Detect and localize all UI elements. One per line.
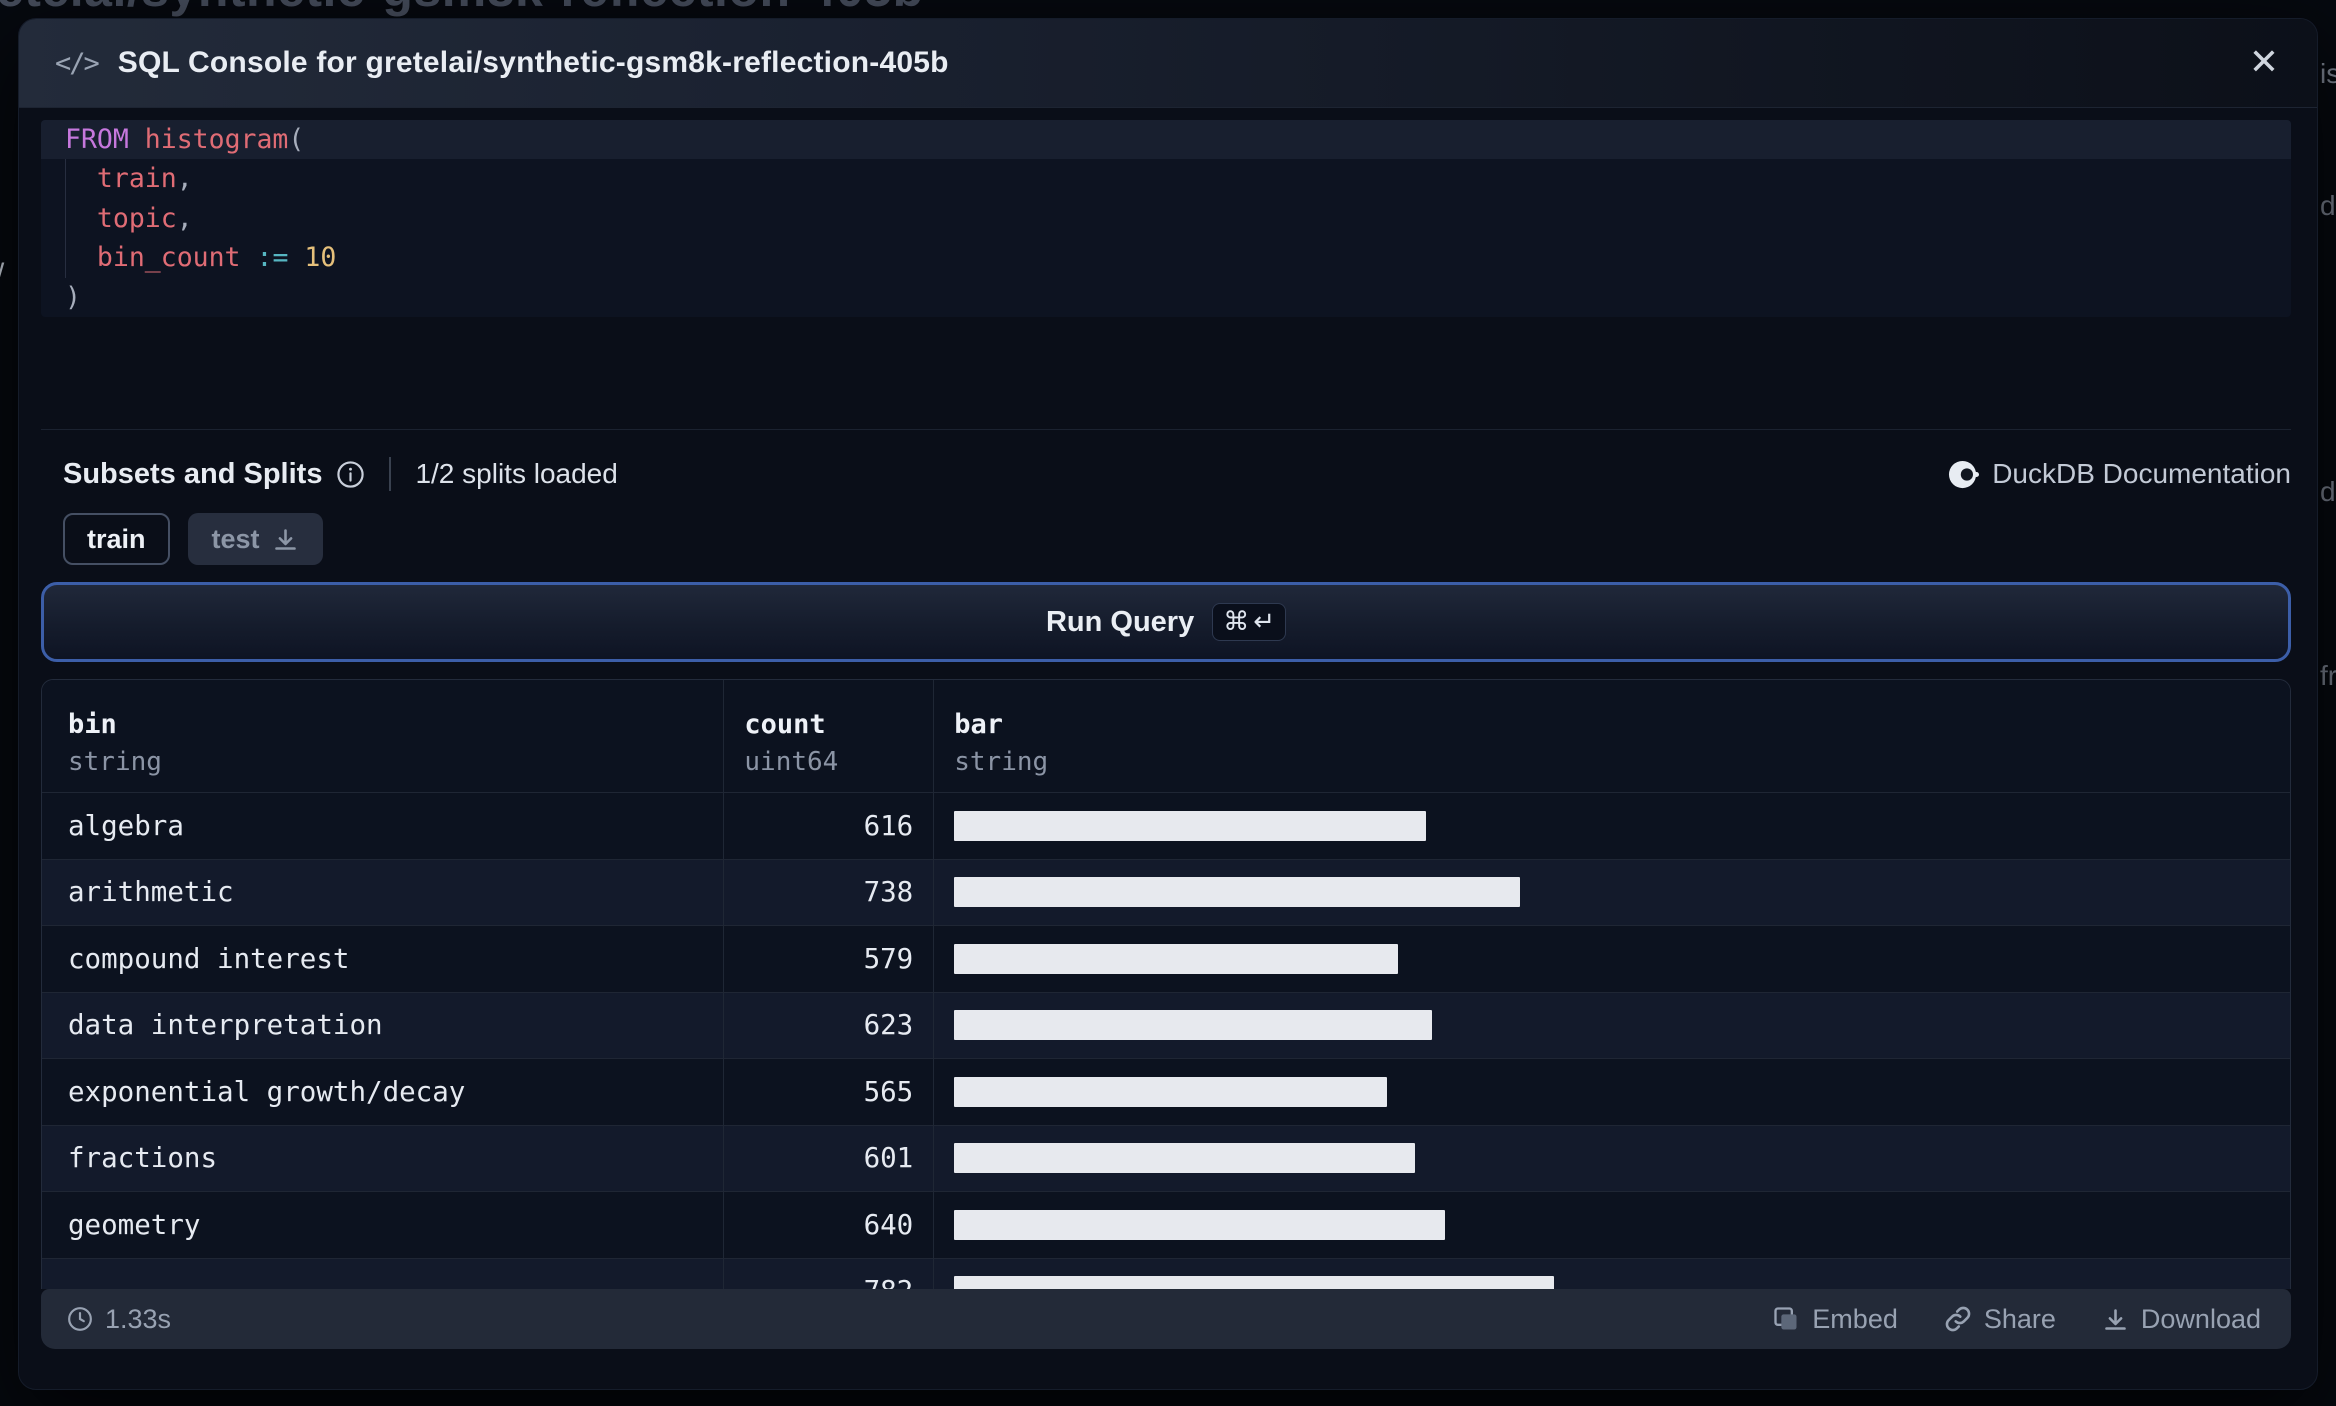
cell-bar	[933, 926, 2290, 992]
cell-bar	[933, 859, 2290, 925]
table-row: 782	[42, 1257, 2290, 1290]
splits-loaded-status: 1/2 splits loaded	[415, 458, 618, 489]
cell-bar	[933, 1059, 2290, 1125]
background-text-fragment: fr	[2320, 660, 2336, 691]
clock-icon	[68, 1307, 92, 1331]
return-key-icon: ↵	[1253, 607, 1276, 637]
cell-bar	[933, 992, 2290, 1058]
code-line: FROM histogram(	[41, 120, 2291, 160]
background-text-fragment: d	[2320, 190, 2336, 221]
table-row: arithmetic 738	[42, 858, 2290, 925]
background-text-fragment: d	[2320, 476, 2336, 507]
background-text-fragment: is	[2320, 58, 2336, 89]
download-button[interactable]: Download	[2102, 1304, 2261, 1335]
split-button-test[interactable]: test	[187, 513, 323, 565]
share-button[interactable]: Share	[1944, 1304, 2056, 1335]
subsets-title: Subsets and Splits	[63, 457, 323, 490]
sql-editor[interactable]: FROM histogram( train, topic, bin_count …	[41, 120, 2291, 317]
table-row: compound interest 579	[42, 925, 2290, 992]
subsets-and-splits-row: Subsets and Splits 1/2 splits loaded Duc…	[41, 451, 2291, 497]
cell-count: 565	[723, 1059, 933, 1125]
duckdb-documentation-link[interactable]: DuckDB Documentation	[1948, 458, 2291, 490]
cell-bar	[933, 1258, 2290, 1289]
section-divider	[41, 429, 2291, 430]
code-line: bin_count := 10	[96, 242, 337, 274]
histogram-bar	[954, 877, 1521, 908]
info-icon[interactable]	[336, 460, 365, 489]
cell-bin: data interpretation	[68, 1009, 383, 1042]
background-text-fragment: w	[0, 252, 4, 284]
results-table-body: algebra 616 arithmetic 738 compound interest…	[42, 792, 2290, 1289]
command-key-icon: ⌘	[1223, 607, 1250, 637]
sql-code: FROM histogram( train, topic, bin_count …	[41, 120, 2291, 317]
query-duration: 1.33s	[67, 1304, 171, 1335]
share-icon	[1945, 1306, 1971, 1332]
duckdb-logo-icon	[1949, 460, 1980, 488]
run-query-button[interactable]: Run Query ⌘ ↵	[41, 582, 2291, 662]
download-icon	[2105, 1308, 2126, 1330]
close-button[interactable]: ✕	[2249, 45, 2279, 81]
splits-row: train test	[41, 513, 323, 565]
code-line: train,	[96, 163, 193, 195]
embed-icon	[1774, 1307, 1797, 1330]
table-row: data interpretation 623	[42, 991, 2290, 1058]
cell-bar	[933, 793, 2290, 859]
cell-bin: compound interest	[68, 942, 350, 975]
action-label: Embed	[1812, 1303, 1898, 1334]
download-icon	[274, 528, 296, 550]
cell-bar	[933, 1192, 2290, 1258]
footer-actions: Embed Share Download	[1772, 1304, 2261, 1335]
embed-button[interactable]: Embed	[1772, 1304, 1898, 1335]
cell-count: 579	[723, 926, 933, 992]
keyboard-shortcut-badge: ⌘ ↵	[1212, 603, 1287, 641]
cell-count: 623	[723, 992, 933, 1058]
sql-console-modal: </> SQL Console for gretelai/synthetic-g…	[18, 18, 2318, 1390]
column-header-count: count uint64	[723, 680, 933, 792]
cell-count: 616	[723, 793, 933, 859]
cell-bin: fractions	[68, 1142, 218, 1175]
run-query-label: Run Query	[1045, 605, 1195, 638]
indent-guide	[65, 159, 66, 278]
cell-bin: exponential growth/decay	[68, 1075, 466, 1108]
histogram-bar	[954, 1276, 1555, 1289]
table-row: geometry 640	[42, 1191, 2290, 1258]
cell-bin: geometry	[68, 1208, 201, 1241]
results-footer: 1.33s Embed Share Download	[41, 1289, 2291, 1349]
action-label: Download	[2140, 1303, 2261, 1334]
cell-bin: arithmetic	[68, 876, 234, 909]
table-row: algebra 616	[42, 792, 2290, 859]
cell-bin: algebra	[68, 809, 184, 842]
cell-count: 601	[723, 1125, 933, 1191]
column-header-bin: bin string	[68, 709, 162, 777]
cell-count: 782	[723, 1258, 933, 1289]
histogram-bar	[954, 1143, 1416, 1174]
table-row: fractions 601	[42, 1124, 2290, 1191]
histogram-bar	[954, 810, 1427, 841]
modal-title: SQL Console for gretelai/synthetic-gsm8k…	[117, 46, 949, 79]
split-label: test	[211, 523, 260, 554]
cell-count: 738	[723, 859, 933, 925]
histogram-bar	[954, 943, 1399, 974]
action-label: Share	[1983, 1303, 2056, 1334]
code-icon: </>	[55, 47, 100, 79]
split-button-train[interactable]: train	[63, 513, 170, 565]
histogram-bar	[954, 1076, 1388, 1107]
column-header-bar: bar string	[933, 680, 2290, 792]
code-line: )	[65, 281, 81, 313]
results-table-header: bin string count uint64 bar string	[42, 680, 2290, 792]
background-heading-fragment: gretelai/synthetic-gsm8k-reflection-405b	[0, 0, 924, 17]
code-line: topic,	[96, 202, 193, 234]
histogram-bar	[954, 1209, 1446, 1240]
cell-count: 640	[723, 1192, 933, 1258]
vertical-separator	[389, 457, 392, 491]
table-row: exponential growth/decay 565	[42, 1058, 2290, 1125]
modal-header: </> SQL Console for gretelai/synthetic-g…	[19, 19, 2317, 108]
histogram-bar	[954, 1010, 1433, 1041]
cell-bin	[42, 1259, 723, 1290]
results-table[interactable]: bin string count uint64 bar string algebra 616…	[41, 679, 2291, 1289]
split-label: train	[87, 523, 146, 554]
page: { "background": { "heading_fragment": "g…	[0, 0, 2336, 1406]
cell-bar	[933, 1125, 2290, 1191]
